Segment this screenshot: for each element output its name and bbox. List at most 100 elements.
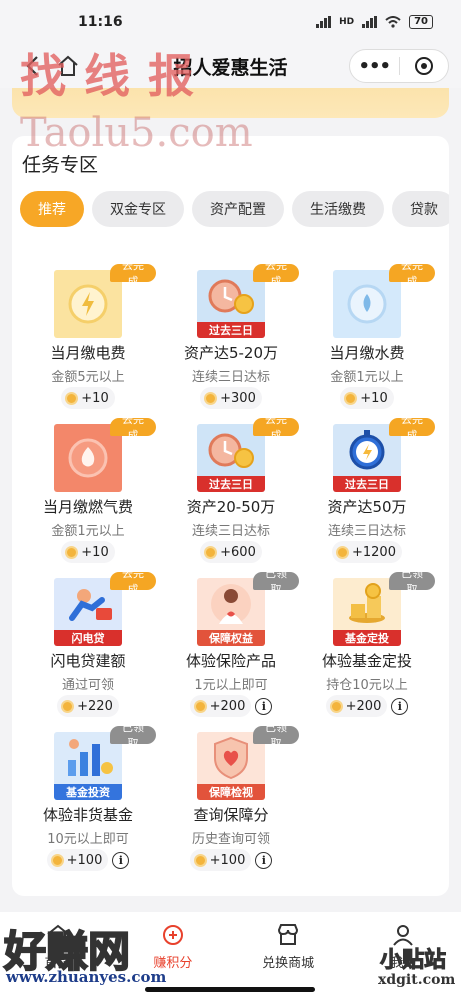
- wifi-icon: [385, 16, 401, 28]
- info-icon[interactable]: i: [255, 851, 273, 869]
- reward-pill: +100: [46, 849, 109, 871]
- info-icon[interactable]: i: [112, 851, 130, 869]
- status-badge[interactable]: 已领取: [110, 721, 156, 750]
- reward-points: +200: [209, 698, 246, 714]
- reward-pill: +600: [200, 541, 262, 563]
- status-time: 11:16: [78, 14, 123, 30]
- task-item[interactable]: 去完成 当月缴电费 金额5元以上 +10: [20, 259, 156, 420]
- task-subtitle: 历史查询可领: [191, 832, 270, 847]
- status-badge[interactable]: 去完成: [110, 567, 156, 596]
- status-badge[interactable]: 已领取: [389, 567, 435, 596]
- status-badge[interactable]: 去完成: [110, 259, 156, 288]
- reward-pill: +220: [57, 695, 119, 717]
- bottom-nav-label: 兑换商城: [262, 956, 315, 971]
- task-ribbon: 闪电贷: [54, 630, 122, 646]
- task-item[interactable]: 基金定投 已领取 体验基金定投 持仓10元以上 +200 i: [299, 567, 435, 728]
- reward-pill: +10: [340, 387, 394, 409]
- reward: +100 i: [20, 849, 156, 871]
- coin-icon: [65, 391, 79, 405]
- reward: +10: [20, 387, 156, 409]
- nav-bar: 招人爱惠生活 •••: [0, 44, 461, 88]
- close-mini-program-button[interactable]: [400, 57, 449, 75]
- status-badge[interactable]: 去完成: [253, 413, 299, 442]
- status-badge[interactable]: 已领取: [253, 567, 299, 596]
- task-item[interactable]: 闪电贷 去完成 闪电贷建额 通过可领 +220: [20, 567, 156, 728]
- reward-pill: +300: [200, 387, 262, 409]
- status-badge[interactable]: 已领取: [253, 721, 299, 750]
- task-item[interactable]: 保障检视 已领取 查询保障分 历史查询可领 +100 i: [163, 721, 299, 882]
- status-bar: 11:16 HD 70: [0, 0, 461, 44]
- home-tab-icon: [47, 924, 69, 945]
- reward: +600: [163, 541, 299, 563]
- tab-recommend[interactable]: 推荐: [20, 191, 84, 227]
- status-badge[interactable]: 去完成: [389, 413, 435, 442]
- info-icon[interactable]: i: [255, 697, 273, 715]
- task-title: 资产达50万: [327, 498, 407, 516]
- target-icon: [414, 57, 433, 75]
- task-subtitle: 金额1元以上: [330, 370, 404, 385]
- task-item[interactable]: 保障权益 已领取 体验保险产品 1元以上即可 +200 i: [163, 567, 299, 728]
- task-title: 体验非货基金: [42, 806, 133, 824]
- reward-pill: +1200: [332, 541, 402, 563]
- section-title: 任务专区: [22, 154, 99, 176]
- coin-icon: [61, 699, 75, 713]
- bottom-nav-label: 首页: [44, 956, 71, 971]
- coin-icon: [65, 545, 79, 559]
- task-subtitle: 通过可领: [61, 678, 114, 693]
- task-subtitle: 连续三日达标: [327, 524, 406, 539]
- task-item[interactable]: 去完成 当月缴燃气费 金额1元以上 +10: [20, 413, 156, 574]
- tab-double-gold[interactable]: 双金专区: [92, 191, 184, 227]
- reward: +200 i: [299, 695, 435, 717]
- reward: +300: [163, 387, 299, 409]
- more-button[interactable]: •••: [350, 56, 399, 77]
- task-item[interactable]: 过去三日 去完成 资产达50万 连续三日达标 +1200: [299, 413, 435, 574]
- reward-points: +300: [220, 390, 256, 406]
- task-section-card: 任务专区 推荐 双金专区 资产配置 生活缴费 贷款 去完成 当月缴电费 金额5元…: [12, 136, 449, 896]
- reward: +100 i: [163, 849, 299, 871]
- tab-utility-payment[interactable]: 生活缴费: [292, 191, 384, 227]
- reward-pill: +100: [189, 849, 252, 871]
- tab-asset-allocation[interactable]: 资产配置: [192, 191, 284, 227]
- reward-points: +10: [81, 390, 109, 406]
- reward-points: +100: [66, 852, 103, 868]
- task-item[interactable]: 过去三日 去完成 资产达5-20万 连续三日达标 +300: [163, 259, 299, 420]
- top-banner[interactable]: [12, 88, 449, 118]
- task-ribbon: 过去三日: [333, 476, 401, 492]
- bottom-nav-mine[interactable]: 我的: [346, 912, 461, 1000]
- status-badge[interactable]: 去完成: [253, 259, 299, 288]
- home-icon[interactable]: [50, 48, 86, 84]
- task-title: 体验保险产品: [185, 652, 276, 670]
- reward-points: +600: [220, 544, 256, 560]
- status-badge[interactable]: 去完成: [110, 413, 156, 442]
- task-subtitle: 金额1元以上: [51, 524, 125, 539]
- status-badge[interactable]: 去完成: [389, 259, 435, 288]
- task-ribbon: 过去三日: [197, 476, 265, 492]
- reward: +10: [299, 387, 435, 409]
- reward-points: +10: [81, 544, 109, 560]
- back-icon[interactable]: [14, 48, 50, 84]
- signal-icon: [316, 16, 332, 28]
- reward-points: +200: [345, 698, 382, 714]
- coin-icon: [50, 853, 64, 867]
- info-icon[interactable]: i: [391, 697, 409, 715]
- reward-pill: +10: [61, 387, 115, 409]
- task-title: 体验基金定投: [321, 652, 412, 670]
- coin-icon: [204, 545, 218, 559]
- reward: +10: [20, 541, 156, 563]
- bottom-nav-label: 我的: [390, 956, 417, 971]
- tab-loan[interactable]: 贷款: [392, 191, 449, 227]
- reward: +200 i: [163, 695, 299, 717]
- bottom-nav-home[interactable]: 首页: [0, 912, 115, 1000]
- task-title: 资产达5-20万: [183, 344, 279, 362]
- coin-icon: [344, 391, 358, 405]
- reward-points: +10: [360, 390, 388, 406]
- task-item[interactable]: 去完成 当月缴水费 金额1元以上 +10: [299, 259, 435, 420]
- task-title: 当月缴水费: [329, 344, 405, 362]
- task-item[interactable]: 基金投资 已领取 体验非货基金 10元以上即可 +100 i: [20, 721, 156, 882]
- task-item[interactable]: 过去三日 去完成 资产20-50万 连续三日达标 +600: [163, 413, 299, 574]
- reward-points: +220: [77, 698, 113, 714]
- coin-icon: [204, 391, 218, 405]
- reward-pill: +200: [325, 695, 388, 717]
- task-subtitle: 10元以上即可: [47, 832, 129, 847]
- task-subtitle: 连续三日达标: [191, 370, 270, 385]
